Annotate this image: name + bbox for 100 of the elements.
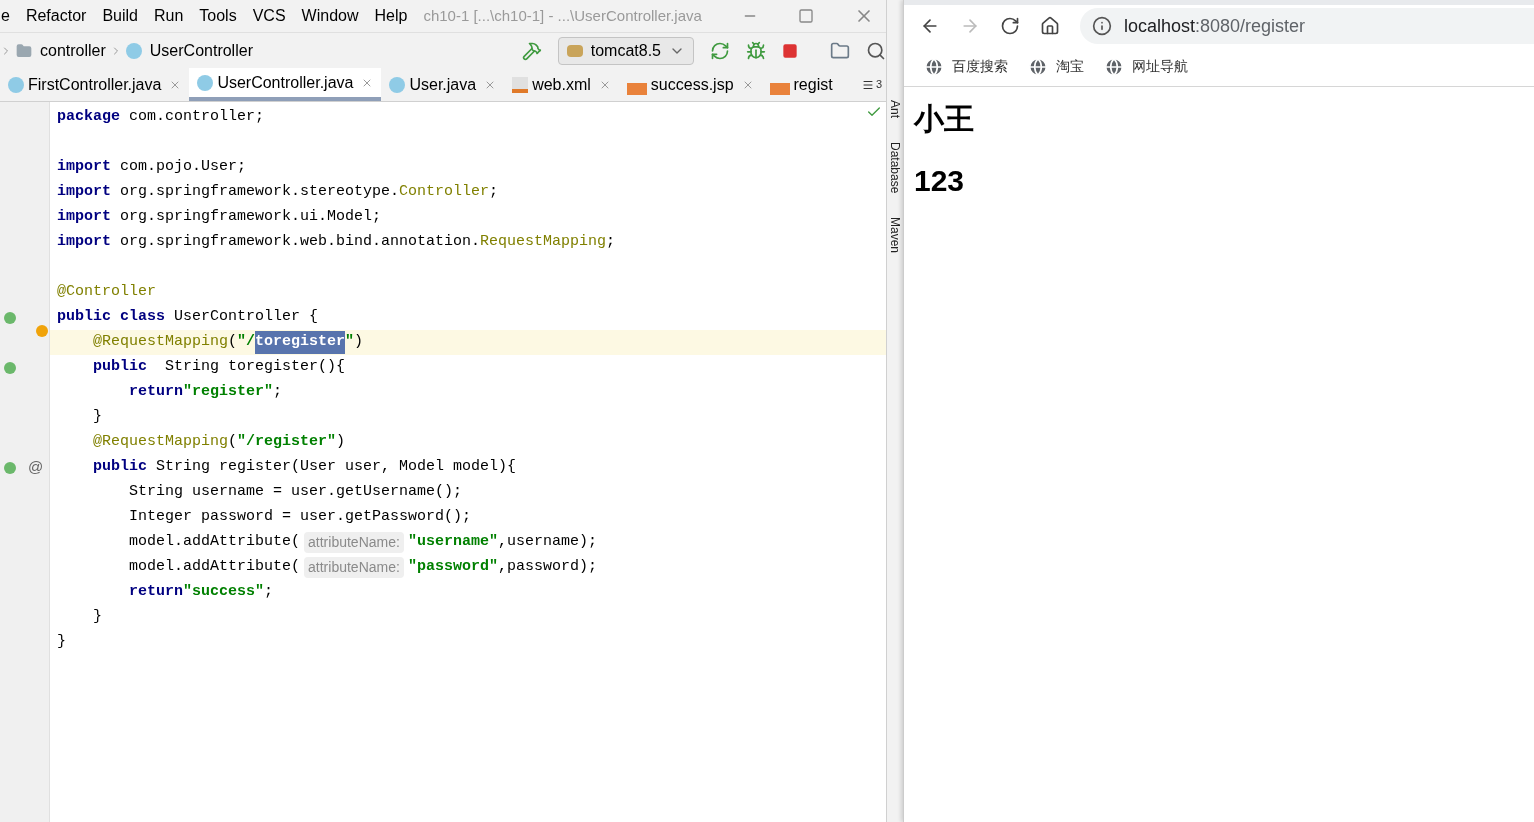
code-text: String register(User user, Model model){ [155, 457, 517, 478]
jsp-file-icon [769, 82, 790, 95]
menu-item[interactable]: Help [374, 4, 408, 28]
code-string: " [345, 332, 355, 353]
home-icon[interactable] [1040, 16, 1060, 36]
code-text: ,password); [497, 557, 597, 578]
selected-text: toregister [255, 331, 346, 354]
code-text: } [92, 407, 102, 428]
code-keyword: public class [57, 307, 166, 328]
code-text: ; [606, 232, 616, 253]
code-text: model.addAttribute( [128, 532, 301, 553]
reload-icon[interactable] [1000, 16, 1020, 36]
code-keyword: return [128, 382, 184, 403]
folder-icon [16, 42, 32, 59]
window-title: ch10-1 [...\ch10-1] - ...\UserController.java [423, 5, 702, 26]
code-string: "password" [407, 557, 498, 578]
code-text: ( [228, 332, 238, 353]
address-bar[interactable]: localhost:8080/register [1080, 8, 1534, 44]
list-icon [861, 78, 874, 91]
code-text: ; [489, 182, 499, 203]
tab-overflow-count[interactable]: 3 [861, 68, 882, 101]
stop-icon[interactable] [782, 42, 798, 59]
jsp-file-icon [626, 82, 647, 95]
code-text: com.pojo.User; [119, 157, 247, 178]
code-keyword: import [57, 182, 111, 203]
code-text: String toregister(){ [164, 357, 346, 378]
menu-item[interactable]: e [1, 4, 10, 28]
code-text: Integer password = user.getPassword(); [128, 507, 472, 528]
code-text: ( [228, 432, 238, 453]
code-text: ) [354, 332, 364, 353]
project-structure-icon[interactable] [830, 40, 850, 61]
code-text: com.controller; [128, 107, 265, 128]
file-tab[interactable]: User.java [381, 68, 505, 101]
globe-icon [924, 56, 944, 77]
xml-file-icon [512, 76, 529, 93]
bookmark-label[interactable]: 淘宝 [1056, 56, 1084, 77]
spring-bean-icon[interactable] [4, 311, 16, 324]
rerun-icon[interactable] [710, 40, 730, 61]
file-tab[interactable]: web.xml [504, 68, 619, 101]
page-heading: 123 [914, 163, 966, 199]
code-keyword: public [92, 457, 147, 478]
tool-window-tab[interactable]: Maven [886, 217, 904, 254]
code-text: model.addAttribute( [128, 557, 301, 578]
gutter-mark[interactable]: @ [28, 456, 44, 479]
code-string: "username" [407, 532, 498, 553]
code-string: "/register" [237, 432, 337, 453]
tool-window-tab[interactable]: Ant [886, 100, 904, 118]
code-text: org.springframework.ui.Model; [119, 207, 382, 228]
search-icon[interactable] [866, 40, 886, 61]
code-text: UserController { [173, 307, 319, 328]
code-text: ; [273, 382, 283, 403]
code-annotation: Controller [399, 182, 490, 203]
code-annotation: @RequestMapping [92, 332, 229, 353]
code-text: String username = user.getUsername(); [128, 482, 463, 503]
bookmark-label[interactable]: 百度搜索 [952, 56, 1008, 77]
code-string: "register" [183, 382, 274, 403]
run-config-dropdown[interactable]: tomcat8.5 [557, 36, 694, 65]
file-tab[interactable]: UserController.java [189, 68, 382, 101]
spring-bean-icon[interactable] [4, 461, 16, 474]
bulb-icon[interactable] [36, 324, 48, 337]
code-text: } [57, 632, 66, 653]
code-annotation: @RequestMapping [92, 432, 229, 453]
breadcrumb-item[interactable]: UserController [149, 38, 253, 63]
code-text: org.springframework.stereotype. [119, 182, 400, 203]
code-annotation: @Controller [57, 282, 157, 303]
build-hammer-icon[interactable] [521, 40, 542, 61]
parameter-hint: attributeName: [304, 532, 404, 553]
globe-icon [1028, 56, 1048, 77]
code-keyword: import [57, 157, 111, 178]
menu-item[interactable]: Run [153, 4, 184, 28]
menu-item[interactable]: Window [301, 4, 359, 28]
file-tab[interactable]: success.jsp [618, 68, 762, 101]
spring-bean-icon[interactable] [4, 361, 16, 374]
menu-item[interactable]: VCS [252, 4, 286, 28]
debug-icon[interactable] [746, 40, 766, 61]
code-annotation: RequestMapping [480, 232, 607, 253]
info-icon[interactable] [1092, 16, 1112, 36]
page-heading: 小王 [914, 101, 975, 137]
code-string: "success" [183, 582, 265, 603]
code-text: ; [264, 582, 274, 603]
code-keyword: package [57, 107, 120, 128]
code-text: ,username); [497, 532, 597, 553]
code-keyword: import [57, 232, 111, 253]
menu-item[interactable]: Tools [199, 4, 237, 28]
tool-window-tab[interactable]: Database [886, 142, 904, 194]
code-keyword: import [57, 207, 111, 228]
code-text: org.springframework.web.bind.annotation. [119, 232, 481, 253]
bookmark-label[interactable]: 网址导航 [1132, 56, 1188, 77]
file-tab[interactable]: regist [761, 68, 841, 101]
code-keyword: return [128, 582, 184, 603]
globe-icon [1104, 56, 1124, 77]
maximize-icon[interactable] [797, 8, 814, 24]
code-text: } [92, 607, 102, 628]
menu-item[interactable]: Refactor [25, 4, 87, 28]
code-keyword: public [92, 357, 147, 378]
menu-item[interactable]: Build [102, 4, 138, 28]
code-text: ) [336, 432, 346, 453]
file-tab[interactable]: FirstController.java [0, 68, 190, 101]
breadcrumb-item[interactable]: controller [40, 38, 106, 63]
parameter-hint: attributeName: [304, 557, 404, 578]
